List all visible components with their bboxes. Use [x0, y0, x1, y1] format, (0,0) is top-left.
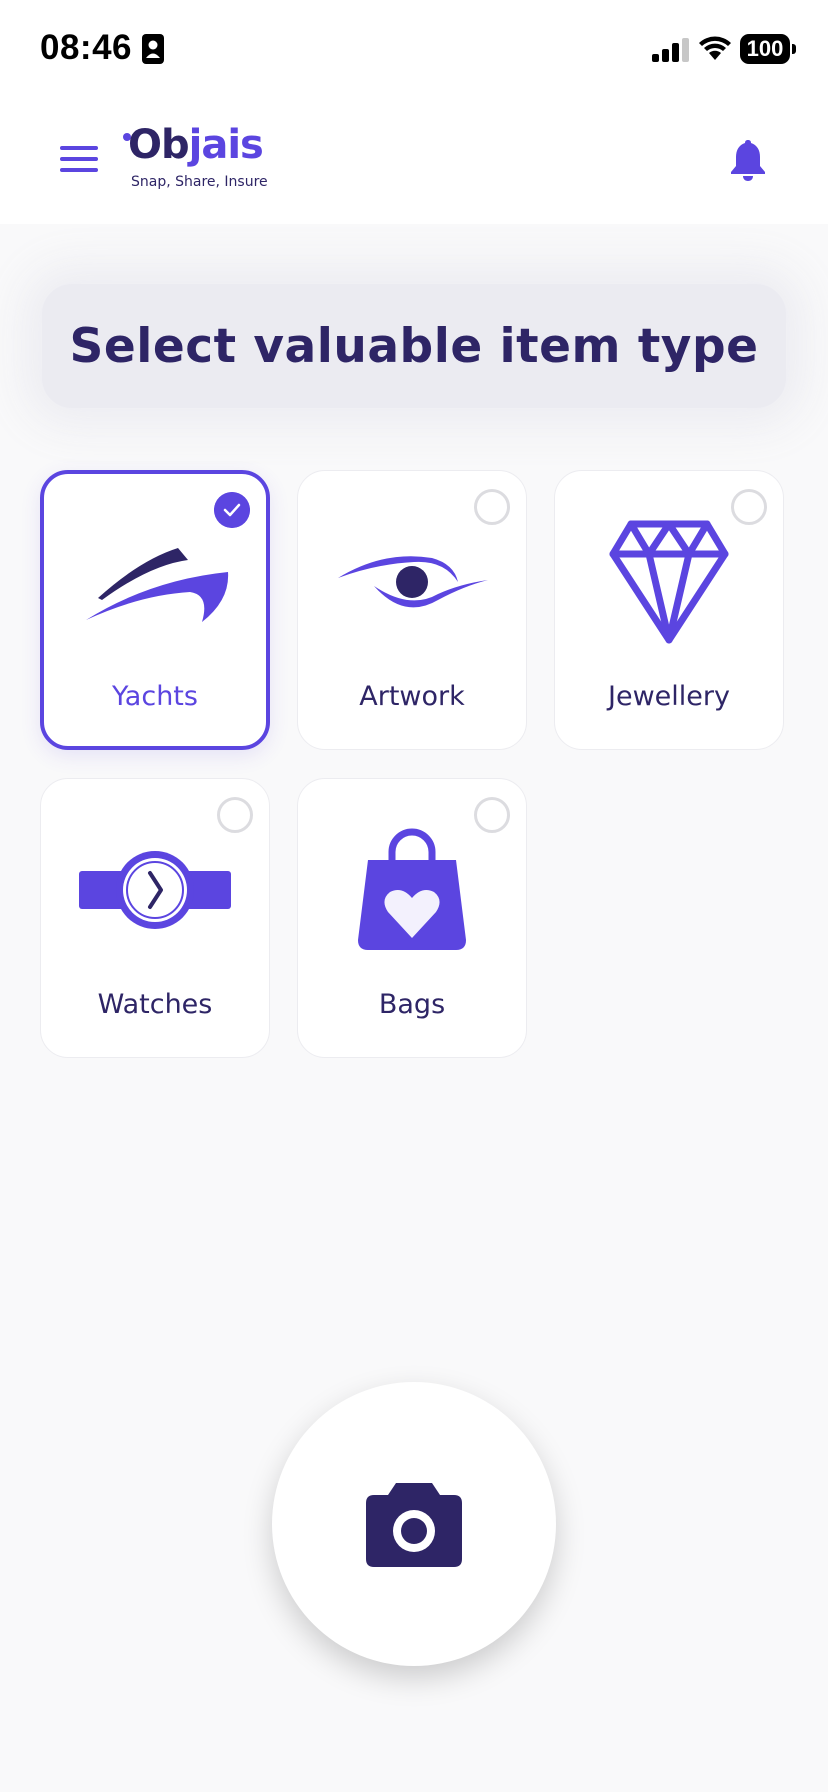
cellular-signal-icon: [652, 38, 689, 62]
camera-icon: [366, 1483, 462, 1567]
logo-wordmark: Objais: [128, 122, 264, 168]
shopping-bag-heart-icon: [358, 828, 466, 950]
page-title: Select valuable item type: [69, 318, 759, 374]
hamburger-menu-icon[interactable]: [60, 144, 100, 174]
item-card-artwork[interactable]: Artwork: [297, 470, 527, 750]
yacht-icon: [86, 548, 229, 622]
status-bar: 08:46 100: [0, 0, 828, 100]
battery-icon: 100: [740, 34, 796, 64]
bell-icon[interactable]: [728, 138, 768, 182]
item-card-bags[interactable]: Bags: [297, 778, 527, 1058]
card-label: Bags: [378, 989, 446, 1020]
item-card-jewellery[interactable]: Jewellery: [554, 470, 784, 750]
item-card-watches[interactable]: Watches: [40, 778, 270, 1058]
battery-level: 100: [740, 34, 790, 64]
card-label: Artwork: [359, 681, 465, 712]
wifi-icon: [699, 36, 731, 60]
diamond-icon: [609, 520, 729, 644]
app-header: Objais Snap, Share, Insure: [0, 100, 828, 224]
card-label: Jewellery: [608, 681, 730, 712]
status-time: 08:46: [40, 28, 133, 67]
camera-button[interactable]: [272, 1382, 556, 1666]
title-banner: Select valuable item type: [42, 284, 786, 408]
card-label: Watches: [97, 989, 213, 1020]
logo-tagline: Snap, Share, Insure: [131, 174, 268, 190]
item-card-yachts[interactable]: Yachts: [40, 470, 270, 750]
card-label: Yachts: [112, 681, 198, 712]
eye-icon: [338, 556, 488, 608]
contact-card-icon: [142, 34, 164, 64]
watch-icon: [79, 851, 231, 929]
objais-logo[interactable]: Objais Snap, Share, Insure: [123, 122, 278, 192]
